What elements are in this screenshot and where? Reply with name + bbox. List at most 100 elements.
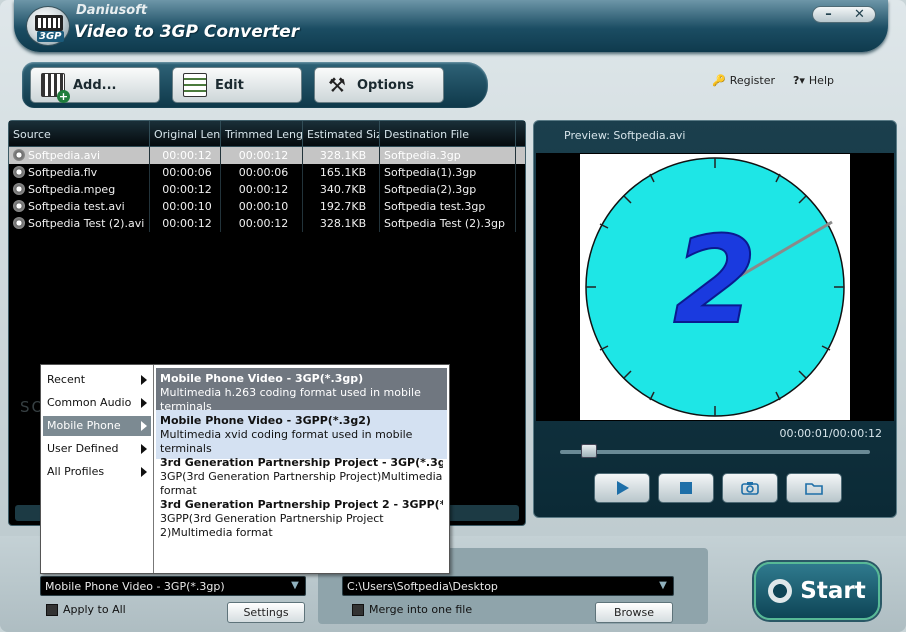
- menu-category-item[interactable]: User Defined: [43, 439, 151, 459]
- convert-refresh-icon: [768, 579, 793, 603]
- add-video-icon: [41, 73, 70, 103]
- cell-source: Softpedia.avi: [9, 147, 150, 164]
- cell-trimmed: 00:00:12: [221, 147, 303, 164]
- help-icon: ?▾: [793, 74, 805, 87]
- play-icon: [617, 481, 629, 495]
- checkbox-box[interactable]: [46, 603, 58, 616]
- open-folder-button[interactable]: [786, 473, 842, 503]
- camera-icon: [741, 482, 759, 495]
- cell-dest: Softpedia(2).3gp: [380, 181, 516, 198]
- cell-original: 00:00:10: [150, 198, 221, 215]
- video-file-icon: [13, 166, 25, 178]
- clock-frame-image: 2: [585, 157, 845, 417]
- cell-original: 00:00:12: [150, 147, 221, 164]
- video-file-icon: [13, 149, 25, 161]
- app-logo: 3GP: [26, 6, 70, 46]
- preview-frame: 2: [580, 154, 850, 420]
- cell-trimmed: 00:00:12: [221, 181, 303, 198]
- close-button[interactable]: ✕: [844, 7, 875, 22]
- cell-size: 192.7KB: [303, 198, 380, 215]
- cell-dest: Softpedia Test (2).3gp: [380, 215, 516, 232]
- profile-select[interactable]: Mobile Phone Video - 3GP(*.3gp) ▼: [40, 576, 306, 596]
- submenu-arrow-icon: [141, 444, 147, 454]
- key-icon: 🔑: [712, 74, 726, 87]
- register-link[interactable]: 🔑 Register: [712, 74, 775, 87]
- cell-dest: Softpedia.3gp: [380, 147, 516, 164]
- submenu-arrow-icon: [141, 421, 147, 431]
- options-button[interactable]: ⚒ Options: [314, 67, 444, 103]
- start-button[interactable]: Start: [754, 562, 880, 620]
- table-row[interactable]: Softpedia.avi 00:00:12 00:00:12 328.1KB Soft…: [9, 147, 525, 164]
- cell-source: Softpedia test.avi: [9, 198, 150, 215]
- submenu-arrow-icon: [141, 375, 147, 385]
- settings-button[interactable]: Settings: [227, 602, 305, 623]
- table-row[interactable]: Softpedia Test (2).avi 00:00:12 00:00:12 32…: [9, 215, 525, 232]
- profile-menu: Recent Common Audio Mobile Phone User Defin…: [40, 364, 450, 574]
- menu-category-item[interactable]: Mobile Phone: [43, 416, 151, 436]
- main-toolbar: Add... Edit ⚒ Options: [22, 62, 488, 108]
- preview-title: Preview: Softpedia.avi: [564, 129, 686, 142]
- menu-category-item[interactable]: Recent: [43, 370, 151, 390]
- brand-name: Daniusoft: [76, 3, 148, 18]
- seek-bar[interactable]: [560, 450, 870, 454]
- folder-icon: [805, 483, 823, 495]
- svg-text:2: 2: [673, 212, 757, 351]
- cell-trimmed: 00:00:06: [221, 164, 303, 181]
- column-original-length[interactable]: Original Len...: [150, 121, 221, 146]
- submenu-arrow-icon: [141, 467, 147, 477]
- stop-button[interactable]: [658, 473, 714, 503]
- cell-original: 00:00:12: [150, 181, 221, 198]
- table-row[interactable]: Softpedia.flv 00:00:06 00:00:06 165.1KB Soft…: [9, 164, 525, 181]
- chevron-down-icon: ▼: [291, 580, 299, 591]
- add-button[interactable]: Add...: [30, 67, 160, 103]
- preview-panel: Preview: Softpedia.avi 2 00:00:01/00:00:…: [533, 120, 897, 518]
- stop-icon: [680, 482, 692, 494]
- cell-trimmed: 00:00:12: [221, 215, 303, 232]
- profile-category-list: Recent Common Audio Mobile Phone User Defin…: [41, 365, 154, 573]
- profile-option[interactable]: 3rd Generation Partnership Project 2 - 3…: [156, 494, 447, 543]
- tools-icon: ⚒: [328, 73, 346, 97]
- preview-screen: 2: [536, 153, 894, 421]
- apply-to-all-checkbox[interactable]: Apply to All: [46, 603, 126, 616]
- video-file-icon: [13, 183, 25, 195]
- cell-source: Softpedia.mpeg: [9, 181, 150, 198]
- chevron-down-icon: ▼: [659, 580, 667, 591]
- submenu-arrow-icon: [141, 398, 147, 408]
- table-row[interactable]: Softpedia.mpeg 00:00:12 00:00:12 340.7KB Sof…: [9, 181, 525, 198]
- merge-checkbox[interactable]: Merge into one file: [352, 603, 472, 616]
- edit-list-icon: [183, 73, 207, 97]
- menu-category-item[interactable]: Common Audio: [43, 393, 151, 413]
- cell-size: 328.1KB: [303, 215, 380, 232]
- column-destination-file[interactable]: Destination File: [380, 121, 516, 146]
- cell-trimmed: 00:00:10: [221, 198, 303, 215]
- app-window: 3GP Daniusoft Video to 3GP Converter – ✕…: [0, 0, 906, 632]
- cell-original: 00:00:12: [150, 215, 221, 232]
- cell-source: Softpedia Test (2).avi: [9, 215, 150, 232]
- column-trimmed-length[interactable]: Trimmed Length: [221, 121, 303, 146]
- table-row[interactable]: Softpedia test.avi 00:00:10 00:00:10 192.7K…: [9, 198, 525, 215]
- video-file-icon: [13, 217, 25, 229]
- cell-size: 165.1KB: [303, 164, 380, 181]
- app-title: Video to 3GP Converter: [74, 22, 300, 42]
- cell-size: 340.7KB: [303, 181, 380, 198]
- menu-category-item[interactable]: All Profiles: [43, 462, 151, 482]
- edit-button[interactable]: Edit: [172, 67, 302, 103]
- browse-button[interactable]: Browse: [595, 602, 673, 623]
- column-source[interactable]: Source: [9, 121, 150, 146]
- cell-dest: Softpedia test.3gp: [380, 198, 516, 215]
- timecode: 00:00:01/00:00:12: [779, 427, 882, 440]
- snapshot-button[interactable]: [722, 473, 778, 503]
- help-link[interactable]: ?▾ Help: [793, 74, 834, 87]
- play-button[interactable]: [594, 473, 650, 503]
- file-list-header: Source Original Len... Trimmed Length Es…: [9, 121, 525, 147]
- window-controls: – ✕: [812, 6, 876, 23]
- top-links: 🔑 Register ?▾ Help: [712, 74, 834, 87]
- cell-original: 00:00:06: [150, 164, 221, 181]
- column-estimated-size[interactable]: Estimated Size: [303, 121, 380, 146]
- output-path-select[interactable]: C:\Users\Softpedia\Desktop ▼: [342, 576, 674, 596]
- cell-dest: Softpedia(1).3gp: [380, 164, 516, 181]
- checkbox-box[interactable]: [352, 603, 364, 616]
- minimize-button[interactable]: –: [813, 7, 844, 22]
- cell-size: 328.1KB: [303, 147, 380, 164]
- seek-thumb[interactable]: [581, 444, 597, 458]
